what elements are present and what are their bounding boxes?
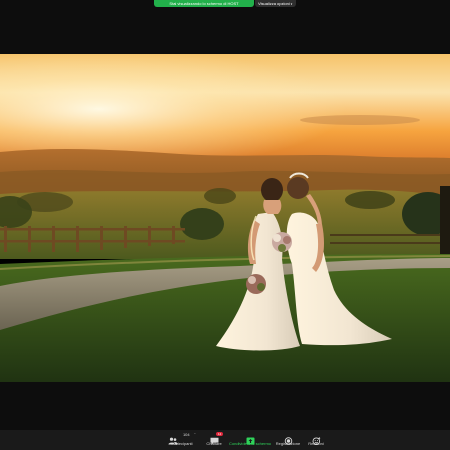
view-options-label: Visualizza opzioni <box>258 1 290 6</box>
shared-photo <box>0 54 450 382</box>
reactions-label: Reazioni <box>308 441 324 446</box>
participant-count: 104 <box>182 432 190 437</box>
reactions-button[interactable]: Reazioni <box>294 432 338 450</box>
shared-screen-view <box>0 54 450 382</box>
top-strip: Stai visualizzando lo schermo di HOST Vi… <box>0 0 450 9</box>
meeting-toolbar: 104 ^ Partecipanti 14 Chattare Condivide… <box>0 430 450 450</box>
screen-share-status-banner: Stai visualizzando lo schermo di HOST <box>154 0 254 7</box>
chevron-down-icon: ▾ <box>290 2 293 6</box>
view-options-button[interactable]: Visualizza opzioni▾ <box>255 0 296 7</box>
chat-unread-badge: 14 <box>216 432 223 436</box>
